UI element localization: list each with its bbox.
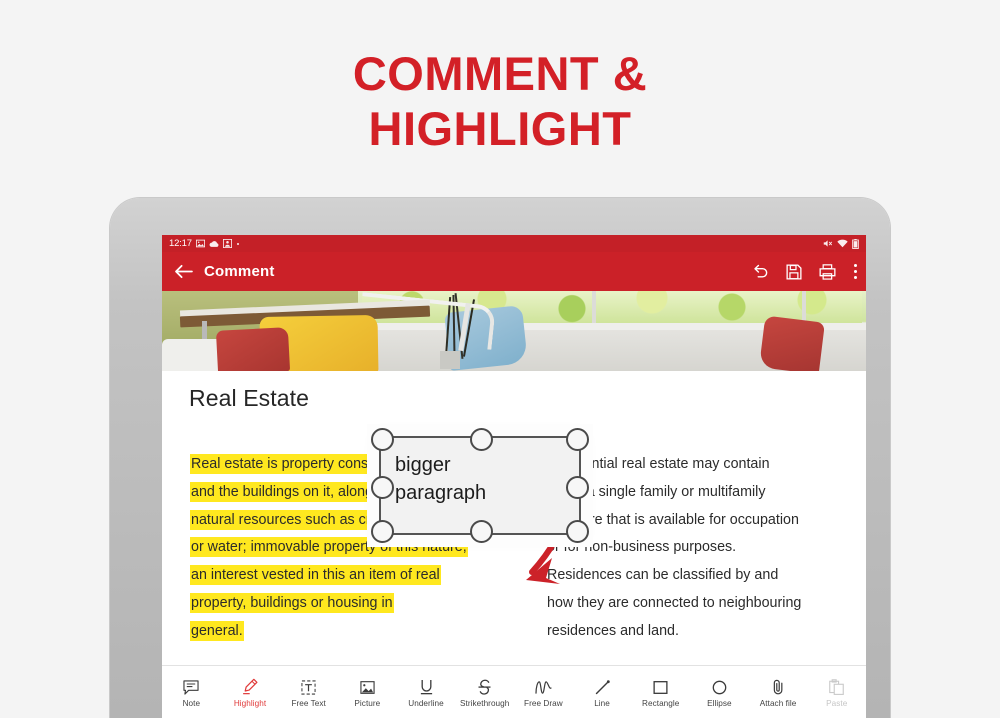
picture-icon bbox=[360, 676, 375, 695]
tool-paste[interactable]: Paste bbox=[807, 666, 866, 718]
more-dot-icon bbox=[236, 242, 240, 246]
right-text-column[interactable]: Residential real estate may contain eith… bbox=[547, 451, 852, 646]
resize-handle-top-center[interactable] bbox=[470, 428, 493, 451]
text-line: or for non-business purposes. bbox=[547, 539, 737, 556]
undo-button[interactable] bbox=[752, 263, 769, 280]
line-icon bbox=[595, 676, 610, 695]
save-button[interactable] bbox=[786, 263, 802, 280]
tool-label: Line bbox=[594, 699, 610, 708]
status-bar: 12:17 bbox=[162, 235, 866, 252]
highlighted-line: or water; immovable property of this nat… bbox=[190, 537, 468, 558]
promo-line-2: HIGHLIGHT bbox=[368, 102, 632, 155]
tool-free-draw[interactable]: Free Draw bbox=[514, 666, 573, 718]
tool-label: Strikethrough bbox=[460, 699, 510, 708]
underline-icon bbox=[419, 676, 434, 695]
floppy-disk-icon bbox=[786, 263, 802, 280]
text-line: how they are connected to neighbouring bbox=[547, 594, 802, 611]
overflow-menu-button[interactable] bbox=[853, 263, 858, 280]
status-bar-left: 12:17 bbox=[162, 238, 240, 249]
tool-attach-file[interactable]: Attach file bbox=[749, 666, 808, 718]
paste-icon bbox=[829, 676, 845, 695]
highlighter-icon bbox=[242, 676, 258, 695]
note-comment-icon bbox=[183, 676, 199, 695]
text-line: either a single family or multifamily bbox=[547, 483, 766, 500]
tool-label: Free Draw bbox=[524, 699, 563, 708]
tool-picture[interactable]: Picture bbox=[338, 666, 397, 718]
print-button[interactable] bbox=[819, 263, 836, 280]
free-text-annotation-box[interactable]: bigger paragraph bbox=[371, 428, 589, 543]
tool-line[interactable]: Line bbox=[573, 666, 632, 718]
free-draw-icon bbox=[535, 676, 552, 695]
battery-icon bbox=[852, 238, 859, 249]
printer-icon bbox=[819, 263, 836, 280]
rectangle-icon bbox=[653, 676, 668, 695]
status-bar-right bbox=[823, 235, 859, 252]
document-banner-image bbox=[162, 291, 866, 371]
tool-free-text[interactable]: Free Text bbox=[279, 666, 338, 718]
undo-icon bbox=[754, 264, 768, 278]
resize-handle-bottom-center[interactable] bbox=[470, 520, 493, 543]
app-bar-actions bbox=[752, 252, 858, 291]
ellipse-icon bbox=[712, 676, 727, 695]
tool-underline[interactable]: Underline bbox=[397, 666, 456, 718]
contact-icon bbox=[222, 239, 232, 248]
app-bar-title: Comment bbox=[204, 263, 275, 280]
document-page[interactable]: Real Estate Real estate is property cons… bbox=[162, 291, 866, 683]
free-text-content: bigger paragraph bbox=[395, 451, 570, 507]
highlighted-line: general. bbox=[190, 620, 244, 641]
tool-rectangle[interactable]: Rectangle bbox=[631, 666, 690, 718]
free-text-line-2: paragraph bbox=[395, 482, 487, 504]
back-button[interactable] bbox=[162, 264, 204, 279]
tool-ellipse[interactable]: Ellipse bbox=[690, 666, 749, 718]
promo-line-1: COMMENT & bbox=[352, 47, 648, 100]
text-line: Residences can be classified by and bbox=[547, 567, 779, 584]
resize-handle-middle-right[interactable] bbox=[566, 476, 589, 499]
free-text-line-1: bigger bbox=[395, 454, 451, 476]
tool-note[interactable]: Note bbox=[162, 666, 221, 718]
highlighted-line: property, buildings or housing in bbox=[190, 592, 394, 613]
resize-handle-bottom-right[interactable] bbox=[566, 520, 589, 543]
status-bar-clock: 12:17 bbox=[169, 238, 192, 249]
resize-handle-middle-left[interactable] bbox=[371, 476, 394, 499]
app-bar: Comment bbox=[162, 252, 866, 291]
resize-handle-top-left[interactable] bbox=[371, 428, 394, 451]
arrow-left-icon bbox=[174, 264, 193, 279]
text-line: Residential real estate may contain bbox=[547, 456, 770, 472]
page-title: Real Estate bbox=[189, 385, 309, 411]
tool-label: Attach file bbox=[759, 699, 797, 708]
tool-highlight[interactable]: Highlight bbox=[221, 666, 280, 718]
tablet-screen: 12:17 Comment Real Estate Real estate is… bbox=[162, 235, 866, 718]
annotation-toolbar: Note Highlight Free Text Picture Underli… bbox=[162, 665, 866, 718]
text-line: residences and land. bbox=[547, 622, 679, 639]
resize-handle-top-right[interactable] bbox=[566, 428, 589, 451]
resize-handle-bottom-left[interactable] bbox=[371, 520, 394, 543]
tool-label: Free Text bbox=[291, 699, 326, 708]
image-icon bbox=[195, 239, 205, 248]
text-line: structure that is available for occupati… bbox=[547, 511, 799, 528]
tool-label: Note bbox=[182, 699, 201, 708]
tool-label: Rectangle bbox=[642, 699, 680, 708]
mute-icon bbox=[823, 239, 833, 248]
text-box-icon bbox=[301, 676, 316, 695]
tool-strikethrough[interactable]: Strikethrough bbox=[455, 666, 514, 718]
strikethrough-icon bbox=[477, 676, 492, 695]
vertical-dots-icon bbox=[853, 263, 858, 280]
tool-label: Paste bbox=[826, 699, 848, 708]
cloud-icon bbox=[209, 240, 219, 248]
wifi-icon bbox=[837, 239, 848, 248]
paperclip-icon bbox=[771, 676, 785, 695]
tool-label: Picture bbox=[354, 699, 381, 708]
tool-label: Underline bbox=[408, 699, 444, 708]
promo-headline: COMMENT & HIGHLIGHT bbox=[0, 46, 1000, 156]
tool-label: Ellipse bbox=[707, 699, 732, 708]
tool-label: Highlight bbox=[233, 699, 267, 708]
highlighted-line: an interest vested in this an item of re… bbox=[190, 565, 441, 586]
tablet-device-frame: 12:17 Comment Real Estate Real estate is… bbox=[110, 198, 890, 718]
